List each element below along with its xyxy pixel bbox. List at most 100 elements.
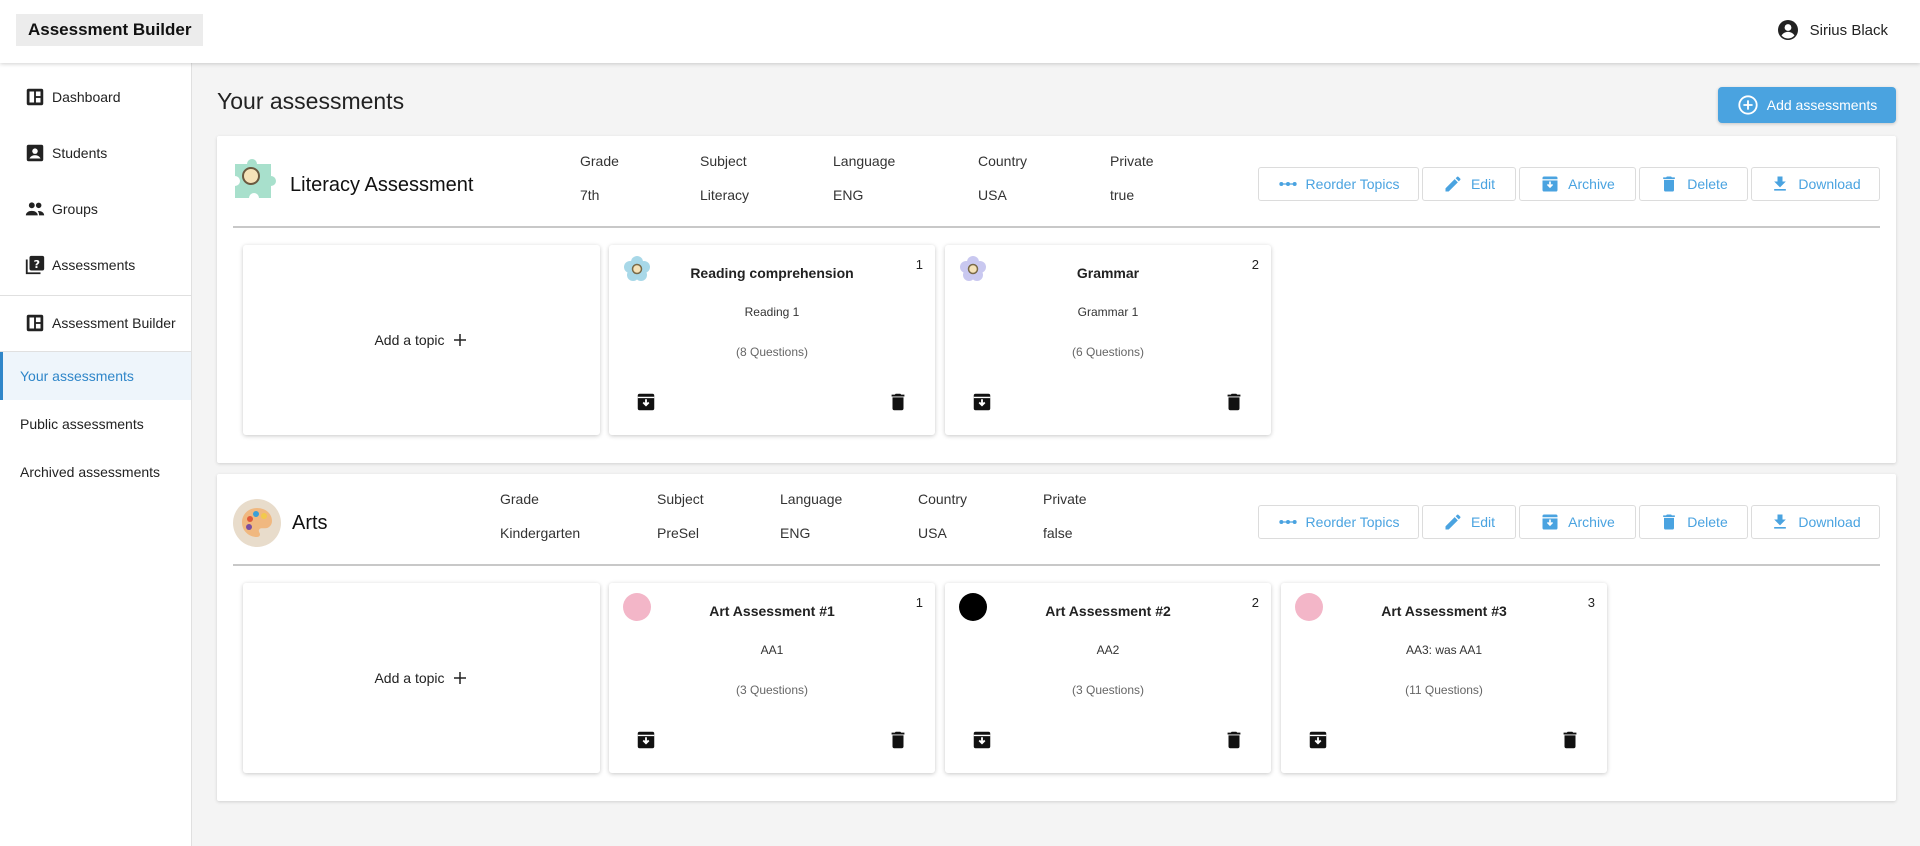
sidebar-subitem-archived-assessments[interactable]: Archived assessments (0, 448, 191, 496)
topic-card[interactable]: 2 Grammar Grammar 1 (6 Questions) (945, 245, 1271, 435)
trash-icon[interactable] (887, 391, 909, 413)
topic-subtitle: AA3: was AA1 (1405, 643, 1483, 657)
sidebar-item-label: Students (52, 145, 108, 161)
country-label: Country (918, 491, 968, 507)
delete-label: Delete (1687, 176, 1728, 192)
palette-logo-icon (233, 499, 281, 547)
language-value: ENG (780, 525, 811, 541)
subject-value: PreSel (657, 525, 700, 541)
student-icon (26, 144, 44, 162)
archive-icon[interactable] (971, 391, 993, 413)
sidebar-subitem-your-assessments[interactable]: Your assessments (0, 352, 191, 400)
svg-text:?: ? (34, 258, 40, 271)
download-button[interactable]: Download (1751, 167, 1880, 201)
page-title: Your assessments (217, 88, 405, 114)
download-label: Download (1798, 514, 1861, 530)
assessment-name: Arts (292, 512, 328, 534)
add-topic-card[interactable]: Add a topic (243, 583, 600, 773)
topic-card[interactable]: 1 Art Assessment #1 AA1 (3 Questions) (609, 583, 935, 773)
download-icon (1774, 176, 1787, 191)
trash-icon[interactable] (1559, 729, 1581, 751)
topic-question-count: (3 Questions) (1071, 683, 1145, 697)
reorder-topics-button[interactable]: Reorder Topics (1258, 167, 1419, 201)
edit-button[interactable]: Edit (1422, 505, 1516, 539)
add-circle-icon (1738, 95, 1758, 115)
reorder-dots-icon (1278, 520, 1297, 524)
account-circle-icon (1777, 20, 1798, 40)
user-name: Sirius Black (1809, 21, 1888, 39)
private-label: Private (1043, 491, 1087, 507)
delete-label: Delete (1687, 514, 1728, 530)
assessment-actions: Reorder Topics Edit Archive Delete Downl… (1258, 167, 1880, 201)
topic-subtitle: Reading 1 (744, 305, 800, 319)
edit-pencil-icon (1445, 514, 1461, 530)
edit-label: Edit (1470, 176, 1496, 192)
download-icon (1774, 514, 1787, 529)
edit-button[interactable]: Edit (1422, 167, 1516, 201)
reorder-topics-button[interactable]: Reorder Topics (1258, 505, 1419, 539)
dashboard-icon (26, 88, 44, 106)
trash-icon[interactable] (1223, 729, 1245, 751)
topic-subtitle: Grammar 1 (1077, 305, 1139, 319)
topic-card[interactable]: 1 Reading comprehension Reading 1 (8 Que… (609, 245, 935, 435)
archive-icon (1542, 514, 1558, 530)
topic-title: Art Assessment #1 (709, 603, 835, 619)
sidebar-item-dashboard[interactable]: Dashboard (0, 73, 191, 121)
download-button[interactable]: Download (1751, 505, 1880, 539)
language-label: Language (833, 153, 896, 169)
topic-question-count: (3 Questions) (735, 683, 809, 697)
archive-button[interactable]: Archive (1519, 505, 1636, 539)
sidebar-item-label: Dashboard (52, 89, 121, 105)
archive-icon[interactable] (635, 729, 657, 751)
grade-value: Kindergarten (500, 525, 581, 541)
sidebar-item-students[interactable]: Students (0, 129, 191, 177)
grade-label: Grade (500, 491, 539, 507)
add-topic-label: Add a topic (374, 670, 445, 686)
user-menu[interactable]: Sirius Black (1776, 18, 1888, 42)
delete-button[interactable]: Delete (1639, 167, 1748, 201)
add-topic-card[interactable]: Add a topic (243, 245, 600, 435)
trash-icon[interactable] (887, 729, 909, 751)
plus-icon (453, 334, 466, 346)
reorder-topics-label: Reorder Topics (1305, 176, 1400, 192)
country-value: USA (918, 525, 947, 541)
archive-button[interactable]: Archive (1519, 167, 1636, 201)
sidebar-item-assessments[interactable]: ? Assessments (0, 241, 191, 289)
topic-card[interactable]: 3 Art Assessment #3 AA3: was AA1 (11 Que… (1281, 583, 1607, 773)
trash-icon (1663, 514, 1676, 530)
topic-question-count: (8 Questions) (735, 345, 809, 359)
sidebar-subitem-label: Archived assessments (20, 464, 161, 480)
topic-subtitle: AA2 (1096, 643, 1120, 657)
archive-icon[interactable] (1307, 729, 1329, 751)
add-assessments-button[interactable]: Add assessments (1718, 87, 1896, 123)
assessment-panel: Arts Grade Kindergarten Subject PreSel L… (217, 474, 1896, 801)
subject-label: Subject (700, 153, 747, 169)
topic-card[interactable]: 2 Art Assessment #2 AA2 (3 Questions) (945, 583, 1271, 773)
download-label: Download (1798, 176, 1861, 192)
edit-label: Edit (1470, 514, 1496, 530)
archive-label: Archive (1568, 176, 1615, 192)
sidebar-item-label: Assessment Builder (52, 315, 176, 331)
archive-icon[interactable] (635, 391, 657, 413)
language-value: ENG (833, 187, 864, 203)
archive-icon (1542, 176, 1558, 192)
sidebar-subitem-public-assessments[interactable]: Public assessments (0, 400, 191, 448)
trash-icon[interactable] (1223, 391, 1245, 413)
sidebar: Dashboard Students Groups ? Assessments … (0, 63, 192, 846)
grade-value: 7th (580, 187, 600, 203)
add-assessments-label: Add assessments (1766, 97, 1878, 113)
dashboard-icon (26, 314, 44, 332)
group-icon (25, 202, 45, 216)
panel-divider (233, 226, 1880, 228)
sidebar-subitem-label: Your assessments (20, 368, 134, 384)
sidebar-item-groups[interactable]: Groups (0, 185, 191, 233)
sidebar-subitem-label: Public assessments (20, 416, 144, 432)
delete-button[interactable]: Delete (1639, 505, 1748, 539)
app-title[interactable]: Assessment Builder (16, 14, 203, 46)
sidebar-item-assessment-builder[interactable]: Assessment Builder (0, 299, 191, 347)
grade-label: Grade (580, 153, 619, 169)
assessment-actions: Reorder Topics Edit Archive Delete Downl… (1258, 505, 1880, 539)
archive-icon[interactable] (971, 729, 993, 751)
reorder-dots-icon (1278, 182, 1297, 186)
topic-title: Art Assessment #3 (1381, 603, 1507, 619)
